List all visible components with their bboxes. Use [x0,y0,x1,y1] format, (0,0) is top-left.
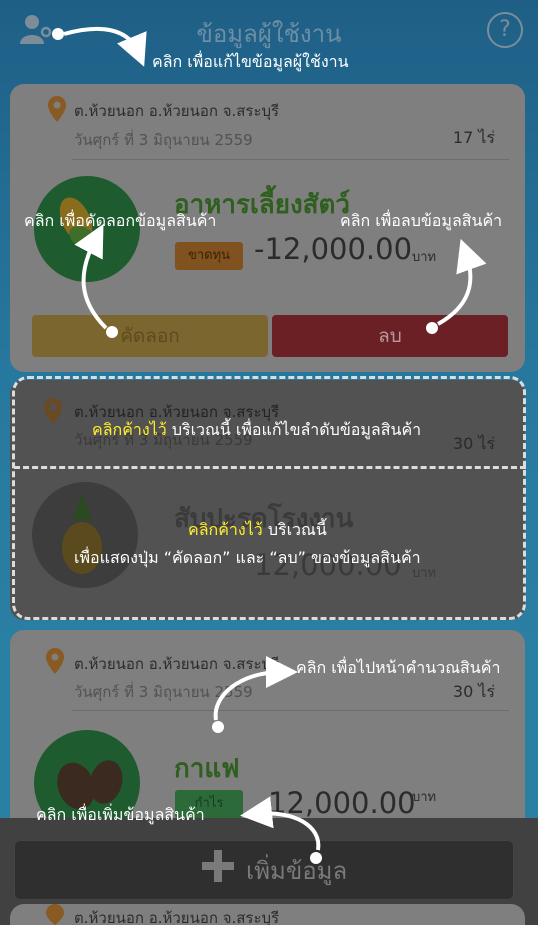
plus-icon [202,850,234,882]
hint-show-buttons-text: บริเวณนี้ [262,520,327,539]
hint-delete-item: คลิก เพื่อลบข้อมูลสินค้า [340,211,503,230]
product-location: ต.ห้วยนอก อ.ห้วยนอก จ.สระบุรี [74,909,280,925]
divider [72,710,509,711]
product-name: กาแฟ [174,754,240,784]
status-badge: ขาดทุน [175,242,243,270]
amount-unit: บาท [412,790,437,805]
location-pin-icon [46,904,64,925]
location-pin-icon [48,96,66,122]
divider [72,159,509,160]
hint-reorder-prefix: คลิกค้างไว้ [92,420,167,439]
hint-show-buttons-prefix: คลิกค้างไว้ [188,520,263,539]
amount-unit: บาท [412,250,437,265]
product-card[interactable]: ต.ห้วยนอก อ.ห้วยนอก จ.สระบุรี [10,904,525,925]
product-date: วันศุกร์ ที่ 3 มิถุนายน 2559 [74,683,253,701]
delete-button[interactable]: ลบ [272,315,508,357]
hint-reorder: คลิกค้างไว้ บริเวณนี้ เพื่อแก้ไขลำดับข้อ… [92,418,421,443]
product-amount: 12,000.00 [268,786,416,820]
location-pin-icon [46,648,64,674]
page-title: ข้อมูลผู้ใช้งาน [196,20,342,48]
add-item-label: เพิ่มข้อมูล [246,857,348,885]
product-date: วันศุกร์ ที่ 3 มิถุนายน 2559 [74,131,253,149]
product-amount: -12,000.00 [254,232,413,266]
product-area: 17 ไร่ [452,128,495,147]
product-location: ต.ห้วยนอก อ.ห้วยนอก จ.สระบุรี [74,655,280,673]
reorder-hint-zone[interactable] [12,376,526,620]
hint-reorder-text: บริเวณนี้ เพื่อแก้ไขลำดับข้อมูลสินค้า [166,420,422,439]
hint-show-buttons-line2: เพื่อแสดงปุ่ม “คัดลอก” และ “ลบ” ของข้อมู… [74,548,421,567]
hint-show-buttons: คลิกค้างไว้ บริเวณนี้ [188,518,327,543]
hint-copy-item: คลิก เพื่อคัดลอกข้อมูลสินค้า [24,211,217,230]
hint-goto-calc: คลิก เพื่อไปหน้าคำนวณสินค้า [296,658,501,677]
hint-edit-user: คลิก เพื่อแก้ไขข้อมูลผู้ใช้งาน [152,52,349,71]
product-location: ต.ห้วยนอก อ.ห้วยนอก จ.สระบุรี [74,102,280,120]
copy-button[interactable]: คัดลอก [32,315,268,357]
zone-divider [14,466,526,469]
help-icon[interactable]: ? [487,12,523,48]
hint-add-item: คลิก เพื่อเพิ่มข้อมูลสินค้า [36,805,205,824]
product-area: 30 ไร่ [452,682,495,701]
